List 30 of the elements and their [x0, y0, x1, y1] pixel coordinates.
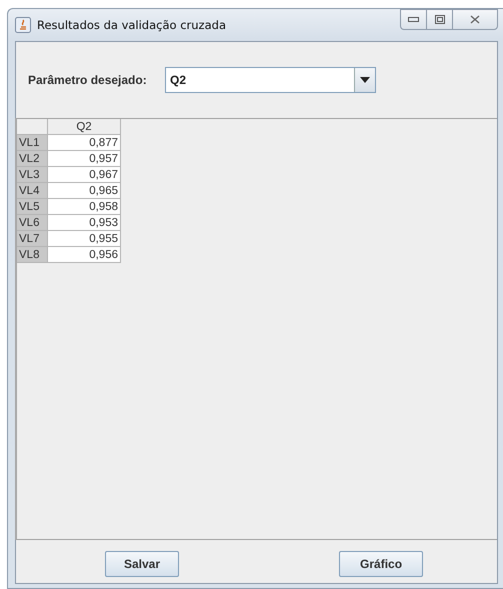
table-cell: 0,956 — [48, 246, 120, 262]
maximize-button[interactable] — [426, 9, 452, 30]
table-cell: 0,953 — [48, 214, 120, 230]
row-header: VL8 — [17, 246, 48, 262]
row-header: VL3 — [17, 166, 48, 182]
table-cell: 0,877 — [48, 134, 120, 150]
row-header: VL4 — [17, 182, 48, 198]
table-cell: 0,965 — [48, 182, 120, 198]
table-cell: 0,967 — [48, 166, 120, 182]
minimize-icon — [408, 17, 419, 22]
caret-icon — [360, 77, 370, 83]
table-cell: 0,955 — [48, 230, 120, 246]
window-title: Resultados da validação cruzada — [37, 18, 226, 32]
save-button[interactable]: Salvar — [105, 550, 180, 576]
table-cell: 0,958 — [48, 198, 120, 214]
parameter-dropdown[interactable]: Q2 — [165, 67, 376, 93]
java-icon — [15, 17, 31, 33]
chart-button[interactable]: Gráfico — [339, 550, 424, 576]
parameter-label: Parâmetro desejado: — [28, 73, 148, 87]
row-header: VL5 — [17, 198, 48, 214]
row-header: VL6 — [17, 214, 48, 230]
column-header: Q2 — [48, 119, 120, 134]
minimize-button[interactable] — [400, 9, 426, 30]
maximize-icon — [434, 15, 444, 24]
close-icon — [470, 15, 480, 24]
row-header: VL7 — [17, 230, 48, 246]
row-header: VL1 — [17, 134, 48, 150]
close-button[interactable] — [452, 9, 498, 30]
table-cell: 0,957 — [48, 150, 120, 166]
row-header: VL2 — [17, 150, 48, 166]
